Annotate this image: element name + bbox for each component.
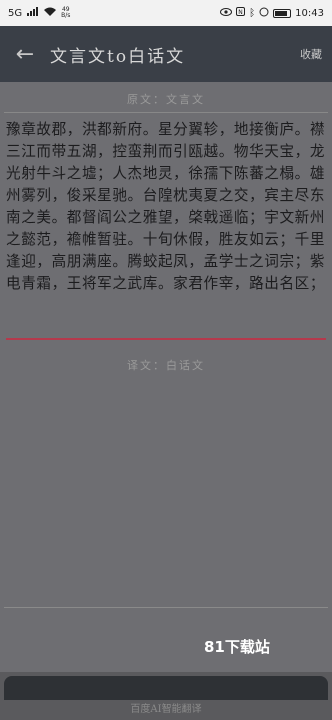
page-title: 文言文to白话文 (50, 46, 186, 67)
svg-text:N: N (238, 9, 243, 16)
battery-icon (273, 8, 292, 18)
divider (4, 112, 328, 113)
translation-output (4, 374, 328, 604)
app-bar: ← 文言文to白话文 收藏 (0, 26, 332, 82)
back-arrow-icon[interactable]: ← (0, 26, 50, 82)
watermark-logo: 81下载站 (204, 638, 270, 656)
source-text-area[interactable]: 豫章故郡，洪都新府。星分翼轸，地接衡庐。襟三江而带五湖，控蛮荆而引瓯越。物华天宝… (6, 119, 328, 295)
eye-icon (220, 7, 233, 19)
status-bar: 5G 49 B/s N ᛒ 10:43 (0, 0, 332, 26)
favorite-button[interactable]: 收藏 (300, 46, 322, 62)
input-underline (6, 338, 326, 340)
divider (4, 607, 328, 608)
carrier-label: 5G (8, 7, 23, 19)
clock: 10:43 (295, 7, 324, 19)
bluetooth-icon: ᛒ (249, 7, 256, 19)
network-speed: 49 B/s (61, 6, 71, 19)
translation-section-label: 译文：白话文 (127, 359, 205, 372)
footer-caption: 百度AI智能翻译 (0, 700, 332, 720)
signal-icon (27, 7, 39, 19)
alarm-icon (259, 7, 269, 20)
nfc-icon: N (236, 7, 246, 19)
main-content: 原文：文言文 豫章故郡，洪都新府。星分翼轸，地接衡庐。襟三江而带五湖，控蛮荆而引… (0, 82, 332, 672)
source-section-label: 原文：文言文 (127, 93, 205, 106)
wifi-icon (44, 7, 57, 19)
